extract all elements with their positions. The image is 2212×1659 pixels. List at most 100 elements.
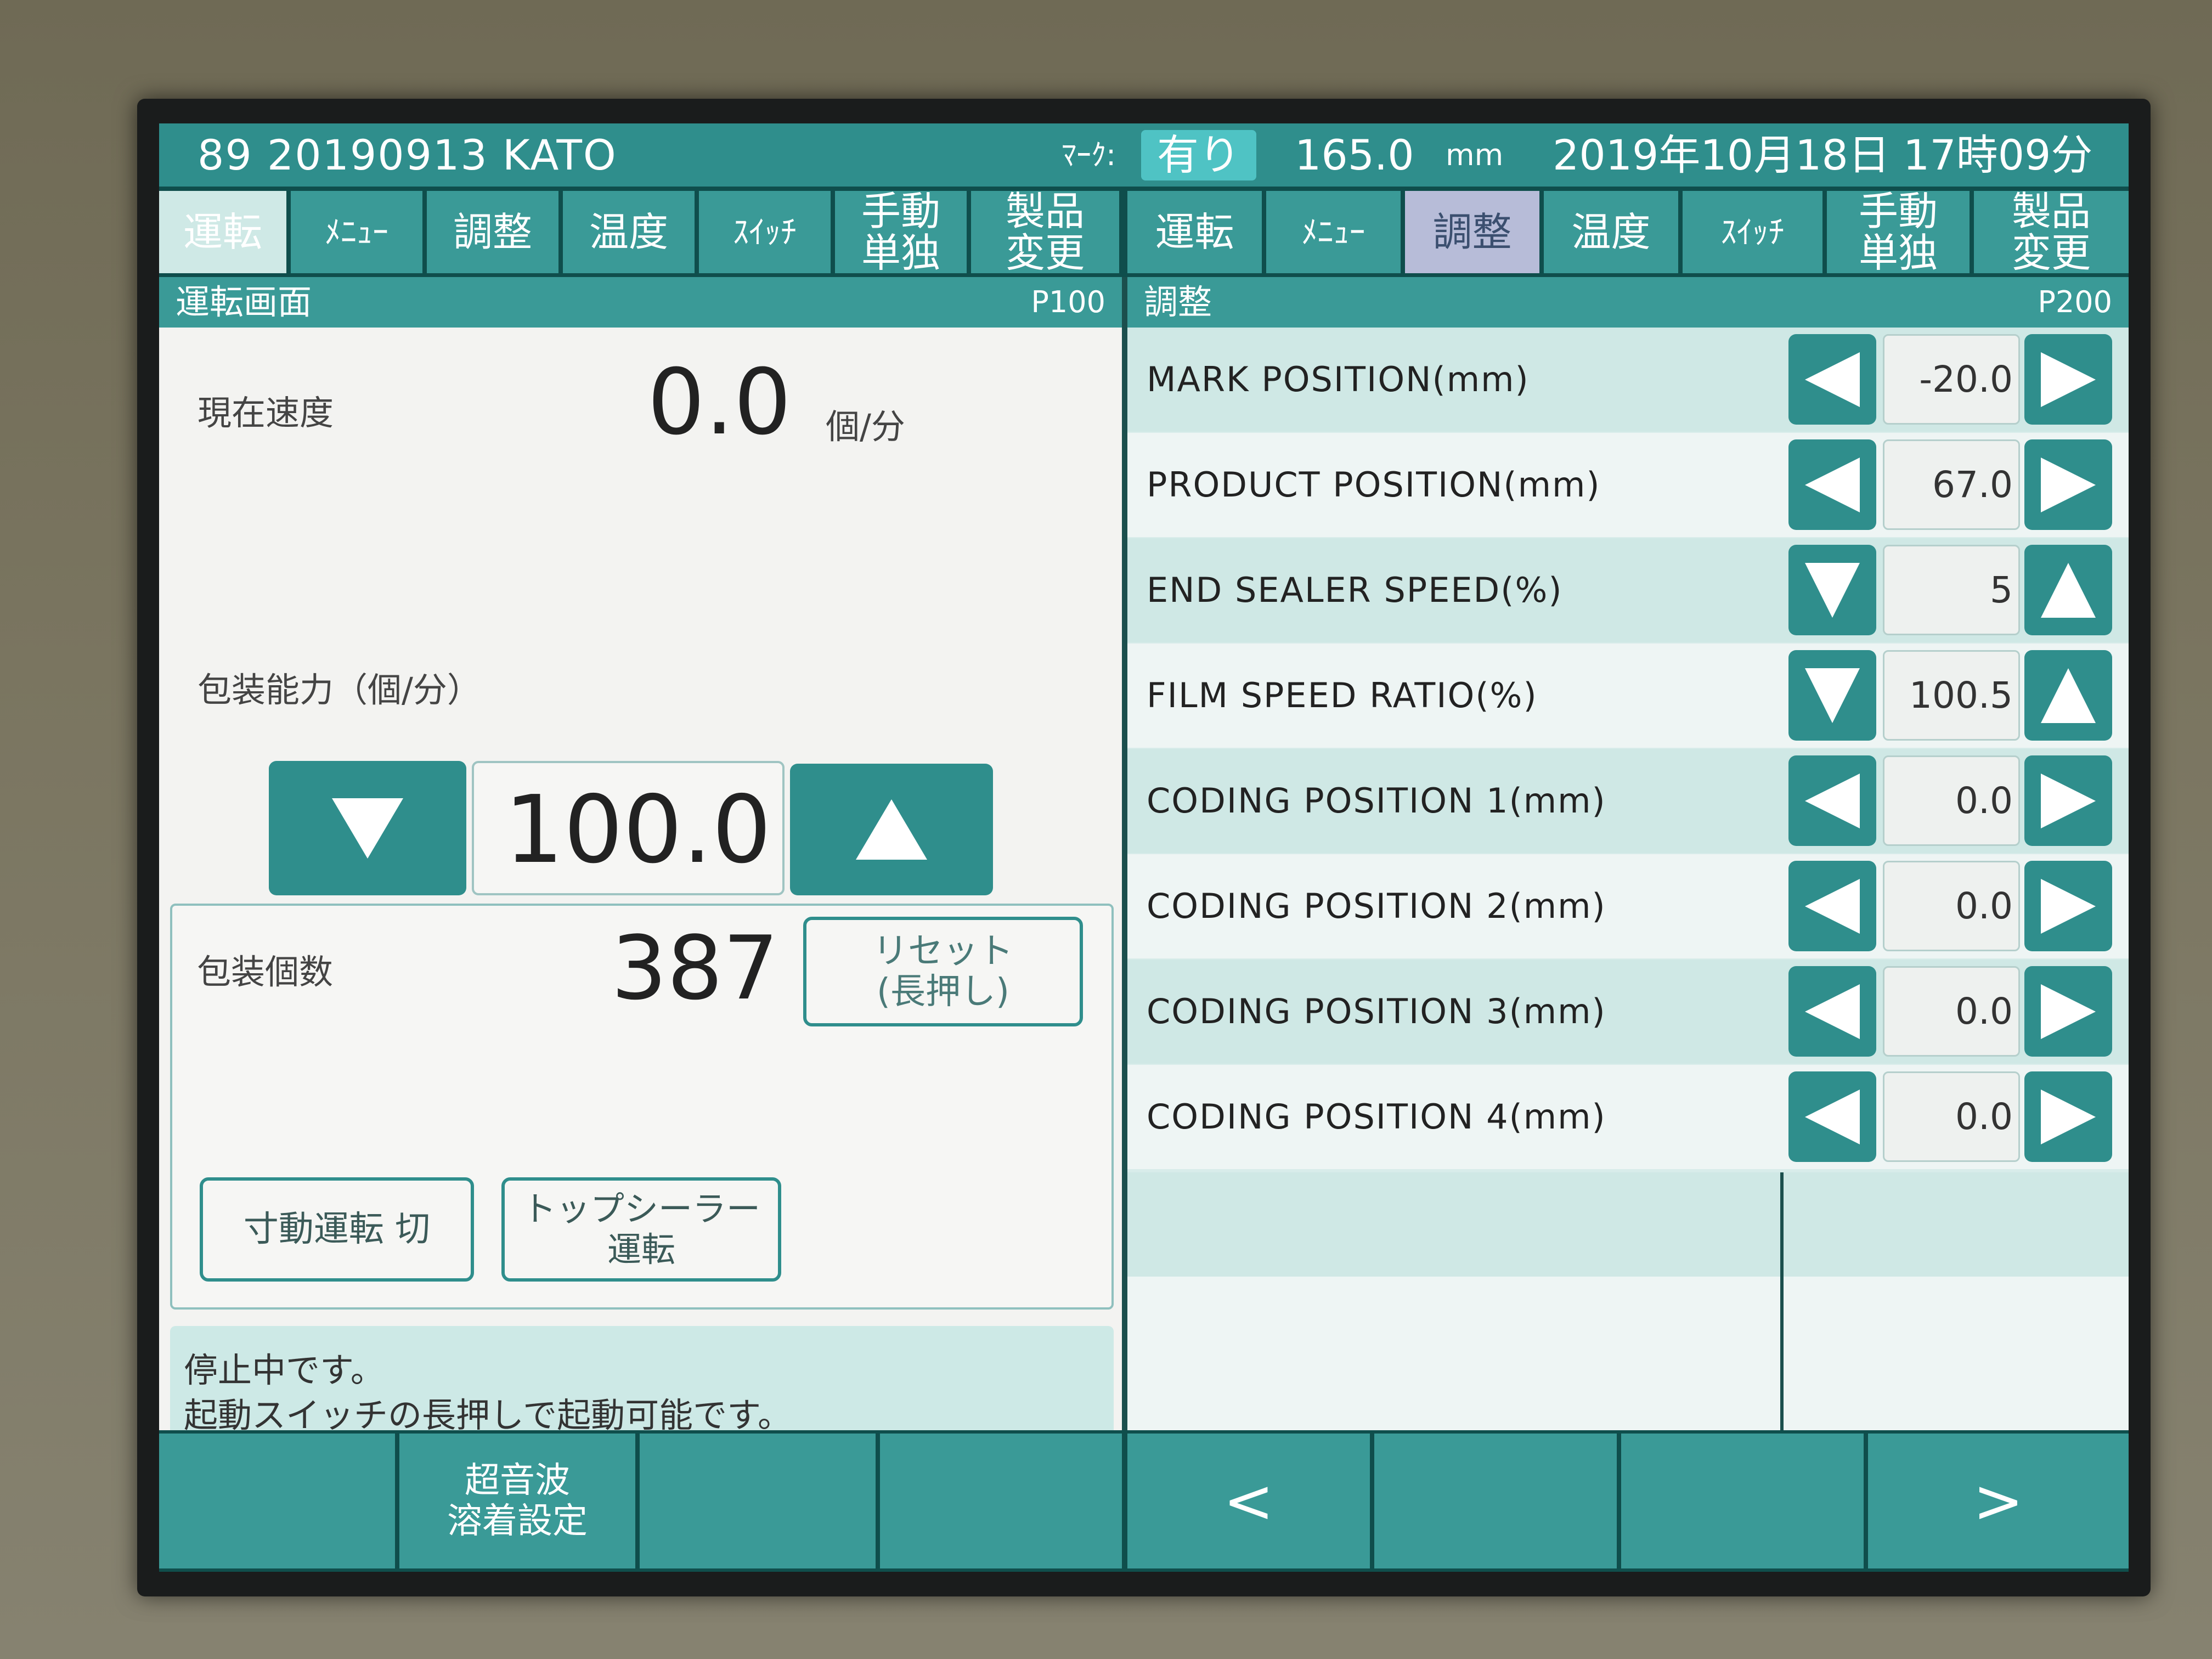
function-key-3[interactable] bbox=[640, 1434, 876, 1568]
parameter-value: 100.5 bbox=[1883, 650, 2020, 741]
mark-label: ﾏｰｸ: bbox=[1062, 138, 1116, 172]
packing-capacity-label: 包装能力（個/分） bbox=[198, 670, 481, 710]
capacity-decrease-button[interactable] bbox=[269, 761, 466, 895]
tab-product-change-right[interactable]: 製品 変更 bbox=[1974, 190, 2129, 274]
triangle-right-icon bbox=[2041, 878, 2096, 934]
parameter-label: END SEALER SPEED(%) bbox=[1147, 570, 1563, 610]
product-length-value: 165.0 bbox=[1295, 131, 1414, 179]
parameter-label: CODING POSITION 2(mm) bbox=[1147, 886, 1606, 926]
parameter-label: FILM SPEED RATIO(%) bbox=[1147, 675, 1538, 715]
triangle-left-icon bbox=[1805, 1089, 1860, 1144]
packing-count-value: 387 bbox=[611, 917, 779, 1019]
parameter-value: 67.0 bbox=[1883, 439, 2020, 530]
triangle-right-icon bbox=[2041, 984, 2096, 1039]
function-key-6[interactable] bbox=[1374, 1434, 1617, 1568]
parameter-decrease-button[interactable] bbox=[1788, 1071, 1876, 1162]
triangle-right-icon bbox=[2041, 1089, 2096, 1144]
parameter-increase-button[interactable] bbox=[2024, 545, 2112, 635]
triangle-right-icon bbox=[2041, 773, 2096, 828]
tab-operation-left[interactable]: 運転 bbox=[159, 191, 286, 273]
top-sealer-operation-button[interactable]: トップシーラー 運転 bbox=[501, 1177, 781, 1282]
triangle-down-icon bbox=[332, 798, 403, 859]
triangle-left-icon bbox=[1805, 352, 1860, 407]
parameter-decrease-button[interactable] bbox=[1788, 545, 1876, 635]
parameter-increase-button[interactable] bbox=[2024, 755, 2112, 846]
packing-count-label: 包装個数 bbox=[197, 952, 334, 992]
inching-operation-button[interactable]: 寸動運転 切 bbox=[200, 1177, 474, 1282]
parameter-increase-button[interactable] bbox=[2024, 966, 2112, 1057]
parameter-row: CODING POSITION 2(mm) 0.0 bbox=[1125, 854, 2129, 958]
empty-row bbox=[1125, 1172, 2129, 1277]
parameter-row: CODING POSITION 3(mm) 0.0 bbox=[1125, 960, 2129, 1064]
previous-page-button[interactable]: < bbox=[1127, 1434, 1370, 1568]
right-panel-code: P200 bbox=[2038, 285, 2112, 319]
product-length-unit: mm bbox=[1446, 138, 1504, 172]
triangle-right-icon bbox=[2041, 457, 2096, 512]
parameter-increase-button[interactable] bbox=[2024, 650, 2112, 741]
parameter-value: 0.0 bbox=[1883, 1071, 2020, 1162]
tab-adjust-left[interactable]: 調整 bbox=[427, 191, 558, 273]
function-key-7[interactable] bbox=[1621, 1434, 1864, 1568]
parameter-row: FILM SPEED RATIO(%) 100.5 bbox=[1125, 644, 2129, 748]
tab-switch-right[interactable]: ｽｲｯﾁ bbox=[1683, 191, 1822, 273]
current-speed-value: 0.0 bbox=[647, 349, 792, 455]
right-panel-header: 調整 P200 bbox=[1127, 277, 2129, 328]
current-speed-unit: 個/分 bbox=[826, 407, 905, 447]
datetime-display: 2019年10月18日 17時09分 bbox=[1553, 131, 2093, 179]
tab-switch-left[interactable]: ｽｲｯﾁ bbox=[699, 191, 831, 273]
parameter-decrease-button[interactable] bbox=[1788, 334, 1876, 425]
parameter-value: 5 bbox=[1883, 545, 2020, 635]
left-panel-code: P100 bbox=[1031, 285, 1105, 319]
parameter-increase-button[interactable] bbox=[2024, 334, 2112, 425]
parameter-decrease-button[interactable] bbox=[1788, 966, 1876, 1057]
parameter-value: 0.0 bbox=[1883, 861, 2020, 951]
function-key-4[interactable] bbox=[880, 1434, 1122, 1568]
triangle-left-icon bbox=[1805, 878, 1860, 934]
panel-divider bbox=[1122, 277, 1127, 1572]
tab-temperature-right[interactable]: 温度 bbox=[1544, 191, 1678, 273]
left-panel-header: 運転画面 P100 bbox=[159, 277, 1122, 328]
left-panel-title: 運転画面 bbox=[176, 282, 312, 322]
parameter-value: 0.0 bbox=[1883, 755, 2020, 846]
parameter-value: 0.0 bbox=[1883, 966, 2020, 1057]
tab-menu-right[interactable]: ﾒﾆｭｰ bbox=[1266, 191, 1401, 273]
adjust-panel: MARK POSITION(mm) -20.0 PRODUCT POSITION(m… bbox=[1125, 328, 2129, 1430]
parameter-increase-button[interactable] bbox=[2024, 1071, 2112, 1162]
parameter-label: CODING POSITION 3(mm) bbox=[1147, 991, 1606, 1031]
tab-manual-right[interactable]: 手動 単独 bbox=[1827, 190, 1970, 274]
tab-manual-left[interactable]: 手動 単独 bbox=[835, 190, 967, 274]
function-key-bar: 超音波 溶着設定 < > bbox=[159, 1430, 2129, 1572]
next-page-button[interactable]: > bbox=[1868, 1434, 2129, 1568]
parameter-label: CODING POSITION 4(mm) bbox=[1147, 1097, 1606, 1137]
parameter-row: MARK POSITION(mm) -20.0 bbox=[1125, 328, 2129, 432]
triangle-left-icon bbox=[1805, 984, 1860, 1039]
parameter-decrease-button[interactable] bbox=[1788, 439, 1876, 530]
triangle-up-icon bbox=[2041, 562, 2096, 618]
parameter-decrease-button[interactable] bbox=[1788, 650, 1876, 741]
tab-operation-right[interactable]: 運転 bbox=[1127, 191, 1262, 273]
tab-product-change-left[interactable]: 製品 変更 bbox=[971, 190, 1119, 274]
parameter-increase-button[interactable] bbox=[2024, 861, 2112, 951]
packing-count-box: 包装個数 387 リセット (長押し) 寸動運転 切 トップシーラー 運転 bbox=[170, 904, 1114, 1310]
ultrasonic-welding-settings-button[interactable]: 超音波 溶着設定 bbox=[399, 1434, 635, 1568]
right-panel-title: 調整 bbox=[1144, 282, 1212, 322]
tab-temperature-left[interactable]: 温度 bbox=[563, 191, 695, 273]
triangle-up-icon bbox=[2041, 668, 2096, 723]
parameter-label: CODING POSITION 1(mm) bbox=[1147, 781, 1606, 821]
parameter-decrease-button[interactable] bbox=[1788, 755, 1876, 846]
capacity-increase-button[interactable] bbox=[790, 764, 993, 895]
empty-row bbox=[1125, 1277, 2129, 1430]
parameter-label: MARK POSITION(mm) bbox=[1147, 359, 1530, 399]
function-key-1[interactable] bbox=[159, 1434, 395, 1568]
tab-adjust-right[interactable]: 調整 bbox=[1405, 191, 1539, 273]
triangle-left-icon bbox=[1805, 773, 1860, 828]
current-speed-label: 現在速度 bbox=[198, 393, 334, 433]
parameter-increase-button[interactable] bbox=[2024, 439, 2112, 530]
machine-id-text: 89 20190913 KATO bbox=[198, 131, 617, 179]
reset-count-button[interactable]: リセット (長押し) bbox=[803, 917, 1083, 1026]
parameter-row: CODING POSITION 4(mm) 0.0 bbox=[1125, 1065, 2129, 1169]
parameter-decrease-button[interactable] bbox=[1788, 861, 1876, 951]
triangle-down-icon bbox=[1805, 562, 1860, 618]
tab-menu-left[interactable]: ﾒﾆｭｰ bbox=[291, 191, 422, 273]
parameter-row: END SEALER SPEED(%) 5 bbox=[1125, 538, 2129, 642]
